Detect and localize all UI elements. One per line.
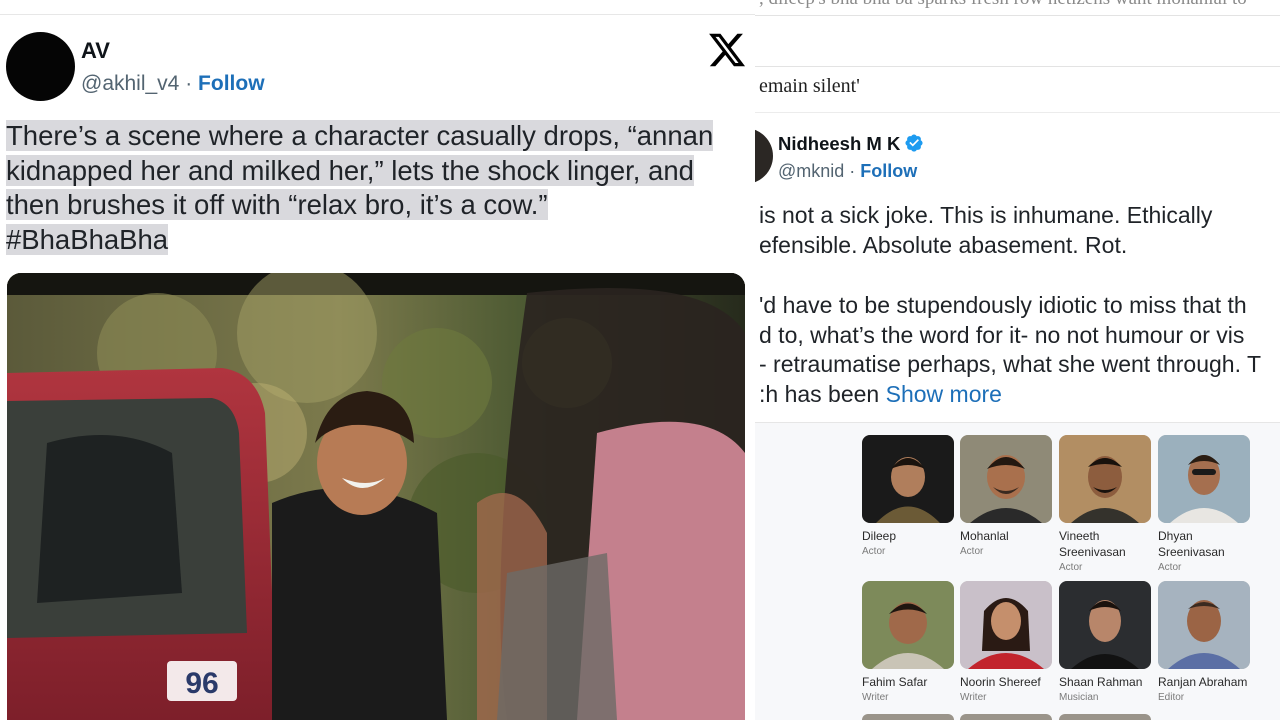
follow-button[interactable]: Follow [860,161,917,181]
cast-card[interactable]: Vineeth Sreenivasan Actor [1059,435,1151,576]
cast-name: Dileep [862,529,897,543]
cast-role: Musician [1059,692,1099,703]
cast-photo [960,581,1052,669]
cast-card[interactable]: Mohanlal Actor [960,435,1052,560]
cast-role: Editor [1158,692,1185,703]
tweet-text-line: kidnapped her and milked her,” lets the … [6,154,694,186]
cast-photo [862,581,954,669]
follow-button[interactable]: Follow [198,72,265,95]
reply-text-line: - retraumatise perhaps, what she went th… [759,351,1262,377]
reply-author-name[interactable]: Nidheesh M K [778,133,900,154]
left-tweet-card: AV @akhil_v4 · Follow There’s a scene wh… [0,0,755,720]
cast-card[interactable]: Noorin Shereef Writer [960,581,1052,706]
cast-photo [862,435,954,523]
cast-name: Mohanlal [960,529,1009,543]
tweet-author-handle[interactable]: @akhil_v4 [81,72,179,95]
cast-photo-partial [862,714,954,720]
hashtag-link[interactable]: #BhaBhaBha [6,223,169,255]
car-plate-number: 96 [185,667,218,700]
right-news-panel: , dileep's bha bha ba sparks fresh row n… [755,0,1280,720]
cast-photo [1158,435,1250,523]
divider [755,66,1280,67]
reply-author-handle[interactable]: @mknid [778,161,844,181]
cast-role: Writer [960,692,987,703]
divider [755,15,1280,16]
show-more-link[interactable]: Show more [886,381,1002,407]
cast-name: Noorin Shereef [960,675,1041,689]
cast-role: Actor [1158,562,1182,573]
tweet-text-line: There’s a scene where a character casual… [6,120,714,151]
cast-card[interactable]: Dhyan Sreenivasan Actor [1158,435,1250,576]
divider [0,14,755,15]
cast-name: Ranjan Abraham [1158,675,1248,689]
tweet-author-handle-row: @akhil_v4 · Follow [81,72,265,96]
tweet-text: There’s a scene where a character casual… [6,119,746,257]
cast-role: Actor [960,546,984,557]
reply-text-line: d to, what’s the word for it- no not hum… [759,322,1245,348]
reply-handle-row: @mknid · Follow [778,161,917,182]
cast-card[interactable]: Ranjan Abraham Editor [1158,581,1250,706]
cast-photo [1158,581,1250,669]
reply-text-line: is not a sick joke. This is inhumane. Et… [759,202,1213,228]
tweet-author-name[interactable]: AV [81,38,110,64]
cast-card[interactable]: Shaan Rahman Musician [1059,581,1151,706]
cast-name: Vineeth Sreenivasan [1059,529,1126,559]
reply-text-line-last: :h has been Show more [759,381,1280,408]
separator-dot: · [179,72,199,95]
verified-badge-icon [905,134,923,152]
cast-photo [1059,581,1151,669]
divider [755,112,1280,113]
x-logo-icon[interactable] [707,30,747,70]
cast-photo-partial [1059,714,1151,720]
avatar[interactable] [6,32,75,101]
avatar[interactable] [755,128,773,184]
cast-card[interactable]: Fahim Safar Writer [862,581,954,706]
cast-photo-partial [960,714,1052,720]
cast-role: Actor [862,546,886,557]
cast-name: Dhyan Sreenivasan [1158,529,1225,559]
cast-name: Fahim Safar [862,675,928,689]
tweet-media-image[interactable]: 96 [7,273,745,720]
tweet-text-line: then brushes it off with “relax bro, it’… [6,189,548,220]
reply-author-row: Nidheesh M K [778,133,924,155]
cast-role: Actor [1059,562,1083,573]
cast-card[interactable]: Dileep Actor [862,435,954,560]
reply-text-line: efensible. Absolute abasement. Rot. [759,232,1128,258]
headline-fragment: emain silent' [759,75,860,97]
reply-text-line: 'd have to be stupendously idiotic to mi… [759,292,1247,318]
cast-role: Writer [862,692,889,703]
cast-name: Shaan Rahman [1059,675,1143,689]
cut-off-headline: , dileep's bha bha ba sparks fresh row n… [759,0,1247,10]
cast-photo [960,435,1052,523]
separator-dot: · [844,161,861,181]
reply-text-line: :h has been [759,381,886,407]
movie-still-image: 96 [7,273,745,720]
cast-photo [1059,435,1151,523]
